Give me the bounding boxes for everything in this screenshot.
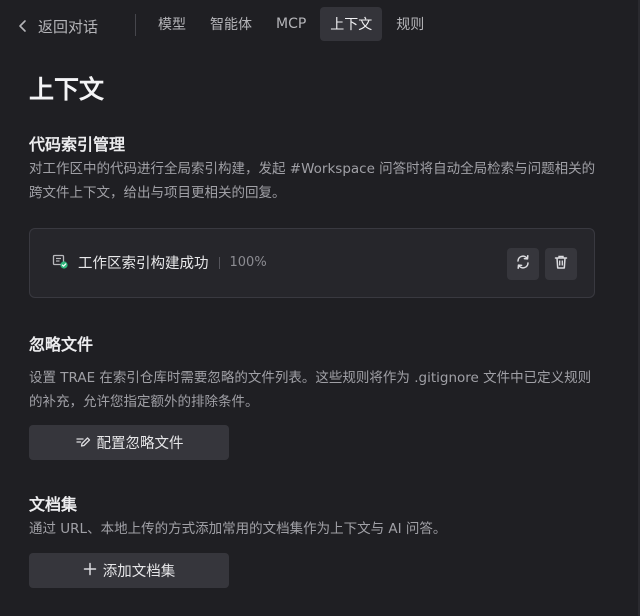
code-index-description: 对工作区中的代码进行全局索引构建，发起 #Workspace 问答时将自动全局检… — [29, 161, 596, 201]
add-docs-button[interactable]: 添加文档集 — [29, 553, 229, 588]
top-nav: 返回对话 模型 智能体 MCP 上下文 规则 — [0, 0, 640, 50]
configure-ignore-label: 配置忽略文件 — [96, 436, 184, 452]
index-success-icon — [52, 253, 68, 273]
ignore-files-description: 设置 TRAE 在索引仓库时需要忽略的文件列表。这些规则将作为 .gitigno… — [29, 370, 592, 410]
tab-context[interactable]: 上下文 — [320, 7, 383, 41]
settings-page: 返回对话 模型 智能体 MCP 上下文 规则 上下文 代码索引管理 对工作区中的… — [0, 0, 640, 616]
index-status: 工作区索引构建成功 100% — [52, 252, 267, 273]
index-progress-text: 100% — [229, 255, 267, 270]
add-docs-label: 添加文档集 — [102, 564, 176, 580]
edit-icon — [75, 433, 91, 453]
refresh-icon — [515, 254, 531, 274]
plus-icon — [83, 562, 97, 580]
trash-icon — [553, 254, 569, 274]
chevron-left-icon — [16, 19, 30, 33]
tab-rules[interactable]: 规则 — [386, 7, 434, 41]
tab-agents[interactable]: 智能体 — [200, 7, 262, 41]
back-label: 返回对话 — [38, 17, 99, 36]
page-title: 上下文 — [29, 75, 105, 104]
delete-index-button[interactable] — [545, 248, 577, 280]
docs-title: 文档集 — [29, 495, 78, 514]
tab-models[interactable]: 模型 — [148, 7, 196, 41]
progress-divider — [218, 256, 220, 269]
index-status-card: 工作区索引构建成功 100% — [29, 228, 595, 298]
ignore-files-title: 忽略文件 — [29, 335, 94, 354]
code-index-title: 代码索引管理 — [29, 135, 126, 154]
index-status-text: 工作区索引构建成功 — [78, 256, 209, 272]
nav-divider — [135, 14, 136, 36]
configure-ignore-files-button[interactable]: 配置忽略文件 — [29, 425, 229, 460]
rebuild-index-button[interactable] — [507, 248, 539, 280]
back-to-chat-button[interactable]: 返回对话 — [16, 12, 98, 40]
tab-bar: 模型 智能体 MCP 上下文 规则 — [148, 6, 434, 42]
docs-description: 通过 URL、本地上传的方式添加常用的文档集作为上下文与 AI 问答。 — [29, 521, 447, 537]
tab-mcp[interactable]: MCP — [266, 7, 316, 41]
